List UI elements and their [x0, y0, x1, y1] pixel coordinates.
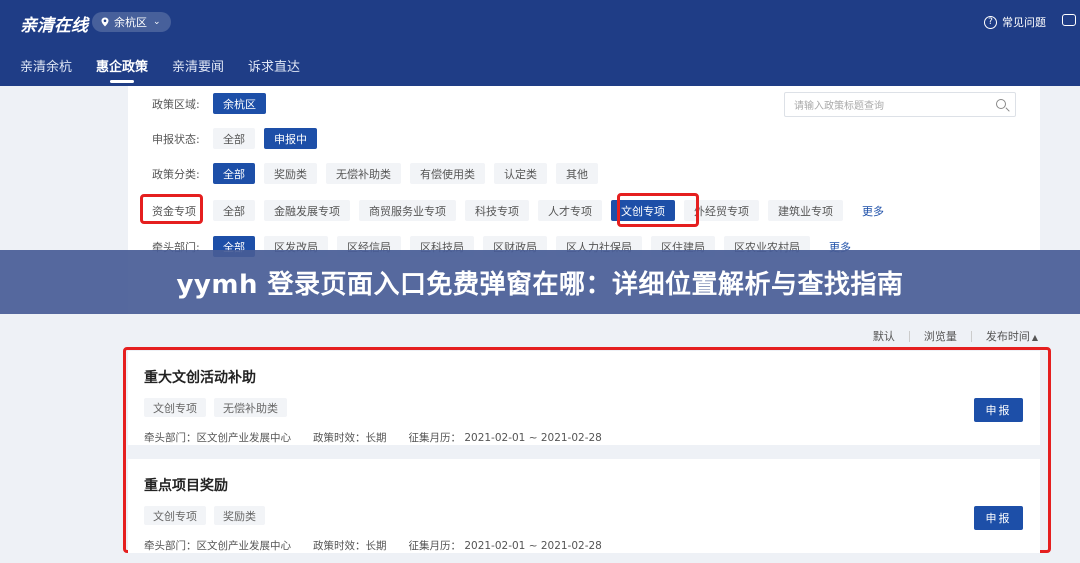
filter-label: 政策区域:: [152, 97, 200, 111]
filter-chip[interactable]: 全部: [213, 128, 255, 149]
chat-icon[interactable]: [1062, 14, 1076, 26]
question-icon: ?: [984, 15, 997, 29]
policy-title[interactable]: 重大文创活动补助: [144, 367, 256, 387]
tab-news[interactable]: 亲清要闻: [172, 56, 224, 83]
policy-validity: 政策时效：长期: [313, 540, 387, 552]
brand-logo[interactable]: 亲清在线: [20, 11, 88, 36]
filter-row-fund: 资金专项 全部 金融发展专项 商贸服务业专项 科技专项 人才专项 文创专项 外经…: [128, 200, 894, 221]
tab-policies[interactable]: 惠企政策: [96, 56, 148, 83]
sort-bar: 默认 浏览量 发布时间 ▲: [873, 328, 1038, 344]
chevron-down-icon: ⌄: [153, 17, 161, 27]
sort-views[interactable]: 浏览量: [924, 328, 957, 344]
policy-period: 征集月历： 2021-02-01 ~ 2021-02-28: [408, 540, 602, 552]
filter-chip[interactable]: 申报中: [264, 128, 317, 149]
policy-period: 征集月历： 2021-02-01 ~ 2021-02-28: [408, 432, 602, 444]
filter-chip[interactable]: 有偿使用类: [410, 163, 485, 184]
policy-title[interactable]: 重点项目奖励: [144, 475, 228, 495]
policy-search-input[interactable]: 请输入政策标题查询: [784, 92, 1016, 117]
sort-publish-time-label: 发布时间: [985, 330, 1030, 343]
region-selector[interactable]: 余杭区 ⌄: [92, 12, 171, 32]
filter-chip[interactable]: 认定类: [494, 163, 547, 184]
filter-chip[interactable]: 奖励类: [264, 163, 317, 184]
highlight-box-wenchuang: [617, 193, 699, 227]
filter-chip[interactable]: 其他: [556, 163, 598, 184]
divider: [908, 330, 910, 342]
apply-button[interactable]: 申报: [974, 506, 1023, 530]
filter-chip[interactable]: 商贸服务业专项: [359, 200, 456, 221]
tab-appeals[interactable]: 诉求直达: [248, 56, 300, 83]
search-icon[interactable]: [996, 99, 1006, 109]
policy-card[interactable]: 重大文创活动补助 文创专项 无偿补助类 牵头部门：区文创产业发展中心 政策时效：…: [128, 351, 1040, 445]
filter-row-region: 政策区域: 余杭区: [128, 93, 266, 114]
policy-department: 牵头部门：区文创产业发展中心: [144, 540, 291, 552]
filter-chip[interactable]: 金融发展专项: [264, 200, 350, 221]
sort-publish-time[interactable]: 发布时间 ▲: [986, 328, 1038, 344]
filter-chip[interactable]: 全部: [213, 200, 255, 221]
filter-row-category: 政策分类: 全部 奖励类 无偿补助类 有偿使用类 认定类 其他: [128, 163, 598, 184]
filter-chip[interactable]: 全部: [213, 163, 255, 184]
policy-tag: 无偿补助类: [214, 398, 287, 417]
filter-label: 政策分类:: [152, 167, 200, 181]
policy-tag: 文创专项: [144, 506, 206, 525]
region-label: 余杭区: [114, 16, 147, 29]
search-placeholder: 请输入政策标题查询: [794, 101, 884, 112]
faq-link[interactable]: ? 常见问题: [984, 14, 1046, 30]
title-banner: yymh 登录页面入口免费弹窗在哪：详细位置解析与查找指南: [0, 250, 1080, 314]
policy-card[interactable]: 重点项目奖励 文创专项 奖励类 牵头部门：区文创产业发展中心 政策时效：长期 征…: [128, 459, 1040, 553]
policy-validity: 政策时效：长期: [313, 432, 387, 444]
filter-row-status: 申报状态: 全部 申报中: [128, 128, 317, 149]
filter-chip[interactable]: 建筑业专项: [768, 200, 843, 221]
filter-chip[interactable]: 余杭区: [213, 93, 266, 114]
policy-tag: 奖励类: [214, 506, 265, 525]
top-header: 亲清在线 余杭区 ⌄ ? 常见问题 亲清余杭 惠企政策 亲清要闻 诉求直达: [0, 0, 1080, 86]
location-pin-icon: [101, 17, 109, 27]
main-nav: 亲清余杭 惠企政策 亲清要闻 诉求直达: [20, 56, 300, 83]
sort-default[interactable]: 默认: [873, 328, 895, 344]
filter-chip[interactable]: 科技专项: [465, 200, 529, 221]
policy-tag: 文创专项: [144, 398, 206, 417]
sort-up-icon: ▲: [1031, 333, 1038, 342]
divider: [970, 330, 972, 342]
faq-label: 常见问题: [1002, 16, 1046, 29]
apply-button[interactable]: 申报: [974, 398, 1023, 422]
policy-department: 牵头部门：区文创产业发展中心: [144, 432, 291, 444]
tab-qinqing-yuhang[interactable]: 亲清余杭: [20, 56, 72, 83]
filter-chip[interactable]: 无偿补助类: [326, 163, 401, 184]
more-link[interactable]: 更多: [852, 200, 894, 221]
filter-label: 申报状态:: [152, 132, 200, 146]
filter-chip[interactable]: 人才专项: [538, 200, 602, 221]
highlight-box-fund-label: [140, 194, 203, 224]
